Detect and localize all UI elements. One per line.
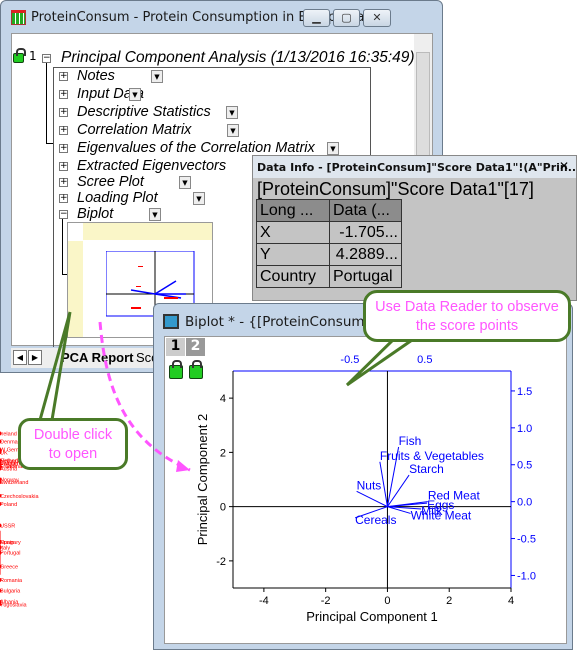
loading-label: Cereals (355, 513, 396, 527)
score-label: Poland (0, 502, 17, 508)
double-click-callout: Double click to open (18, 418, 128, 470)
x-tick-label: 0 (384, 595, 390, 607)
right-tick-label: 0.5 (517, 460, 532, 472)
loading-label: White Meat (411, 508, 472, 522)
right-tick-label: 0.0 (517, 497, 532, 509)
right-tick-label: 1.0 (517, 423, 532, 435)
score-label: Greece (0, 564, 18, 570)
score-label: Albania (0, 600, 19, 606)
score-label: Romania (0, 578, 23, 584)
score-label: Portugal (0, 551, 21, 557)
right-tick-label: -0.5 (517, 534, 536, 546)
x-tick-label: 4 (508, 595, 514, 607)
score-label: Italy (0, 545, 10, 551)
y-tick-label: -2 (216, 556, 226, 568)
x-tick-label: 2 (446, 595, 452, 607)
right-tick-label: 1.5 (517, 386, 532, 398)
loading-label: Starch (409, 462, 444, 476)
score-label: Austria (0, 467, 18, 473)
score-label: Hungary (0, 540, 21, 546)
top-tick-label: -0.5 (340, 354, 359, 366)
top-tick-label: 0.5 (417, 354, 432, 366)
loading-vector (356, 490, 388, 508)
right-tick-label: -1.0 (517, 570, 536, 582)
y-axis-label: Principal Component 2 (195, 414, 210, 546)
score-label: Czechoslovakia (0, 494, 39, 500)
data-reader-callout: Use Data Reader to observe the score poi… (363, 290, 571, 342)
callout-line: to open (48, 446, 98, 462)
score-label: Switzerland (0, 480, 28, 486)
x-tick-label: -4 (259, 595, 269, 607)
y-tick-label: 4 (220, 393, 226, 405)
score-label: UK (0, 450, 8, 456)
loading-label: Fish (399, 434, 422, 448)
loading-label: Nuts (357, 478, 382, 492)
score-label: Bulgaria (0, 589, 21, 595)
y-tick-label: 2 (220, 447, 226, 459)
x-axis-label: Principal Component 1 (306, 609, 438, 624)
y-tick-label: 0 (220, 502, 226, 514)
score-label: Ireland (0, 431, 17, 437)
score-label: USSR (0, 524, 15, 530)
x-tick-label: -2 (321, 595, 331, 607)
loading-label: Fruits & Vegetables (380, 449, 484, 463)
callout-line: Double click (33, 427, 113, 443)
